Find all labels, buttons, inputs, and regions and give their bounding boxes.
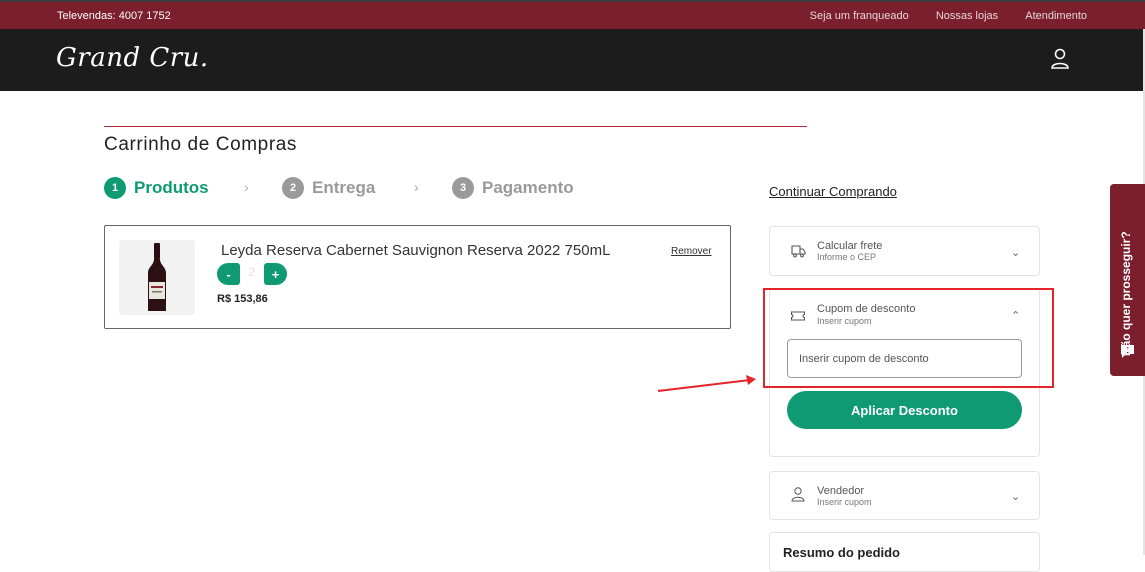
delivery-truck-icon bbox=[791, 245, 806, 258]
page-title: Carrinho de Compras bbox=[104, 134, 298, 155]
step-label: Pagamento bbox=[482, 178, 574, 197]
step-produtos[interactable]: 1 Produtos bbox=[104, 177, 209, 199]
seller-title: Vendedor bbox=[817, 485, 865, 497]
televendas-phone: Televendas: 4007 1752 bbox=[57, 10, 171, 22]
grand-cru-logo[interactable]: Grand Cru. bbox=[56, 43, 209, 73]
seller-subtitle: Inserir cupom bbox=[817, 497, 872, 507]
stores-link[interactable]: Nossas lojas bbox=[936, 10, 998, 22]
step-pagamento[interactable]: 3 Pagamento bbox=[452, 177, 574, 199]
shipping-panel[interactable]: Calcular frete Informe o CEP ⌄ bbox=[769, 226, 1040, 276]
site-header: Grand Cru. bbox=[0, 29, 1145, 91]
title-divider bbox=[104, 126, 807, 127]
quantity-value[interactable]: 2 bbox=[242, 265, 262, 279]
cart-item: Leyda Reserva Cabernet Sauvignon Reserva… bbox=[104, 225, 731, 329]
seller-panel[interactable]: Vendedor Inserir cupom ⌄ bbox=[769, 471, 1040, 520]
product-name[interactable]: Leyda Reserva Cabernet Sauvignon Reserva… bbox=[221, 242, 610, 259]
exit-feedback-tab[interactable]: Não quer prosseguir? bbox=[1110, 184, 1145, 376]
chevron-down-icon[interactable]: ⌄ bbox=[1011, 246, 1020, 259]
red-arrow-annotation bbox=[657, 375, 756, 392]
product-image[interactable] bbox=[119, 240, 195, 315]
highlight-box bbox=[763, 288, 1054, 388]
franchise-link[interactable]: Seja um franqueado bbox=[810, 10, 909, 22]
step-entrega[interactable]: 2 Entrega bbox=[282, 177, 375, 199]
step-label: Entrega bbox=[312, 178, 376, 197]
person-icon bbox=[791, 487, 805, 502]
shipping-title: Calcular frete bbox=[817, 240, 883, 252]
step-number: 1 bbox=[104, 177, 126, 199]
support-link[interactable]: Atendimento bbox=[1025, 10, 1087, 22]
wine-bottle-icon bbox=[148, 243, 166, 311]
apply-discount-button[interactable]: Aplicar Desconto bbox=[787, 391, 1022, 429]
top-bar: Televendas: 4007 1752 Seja um franqueado… bbox=[0, 0, 1145, 29]
continue-shopping-link[interactable]: Continuar Comprando bbox=[769, 184, 897, 199]
step-label: Produtos bbox=[134, 178, 209, 197]
chevron-right-icon: › bbox=[414, 179, 419, 195]
item-price: R$ 153,86 bbox=[217, 293, 268, 305]
order-summary-title: Resumo do pedido bbox=[783, 545, 900, 560]
quantity-increase-button[interactable]: + bbox=[264, 263, 287, 285]
top-links: Seja um franqueado Nossas lojas Atendime… bbox=[786, 10, 1087, 22]
shipping-subtitle: Informe o CEP bbox=[817, 252, 877, 262]
step-number: 2 bbox=[282, 177, 304, 199]
chevron-right-icon: › bbox=[244, 179, 249, 195]
chevron-down-icon[interactable]: ⌄ bbox=[1011, 490, 1020, 503]
user-account-icon[interactable] bbox=[1050, 48, 1070, 70]
side-tab-label: Não quer prosseguir? bbox=[1119, 231, 1133, 356]
quantity-decrease-button[interactable]: - bbox=[217, 263, 240, 285]
step-number: 3 bbox=[452, 177, 474, 199]
remove-item-link[interactable]: Remover bbox=[671, 246, 712, 257]
